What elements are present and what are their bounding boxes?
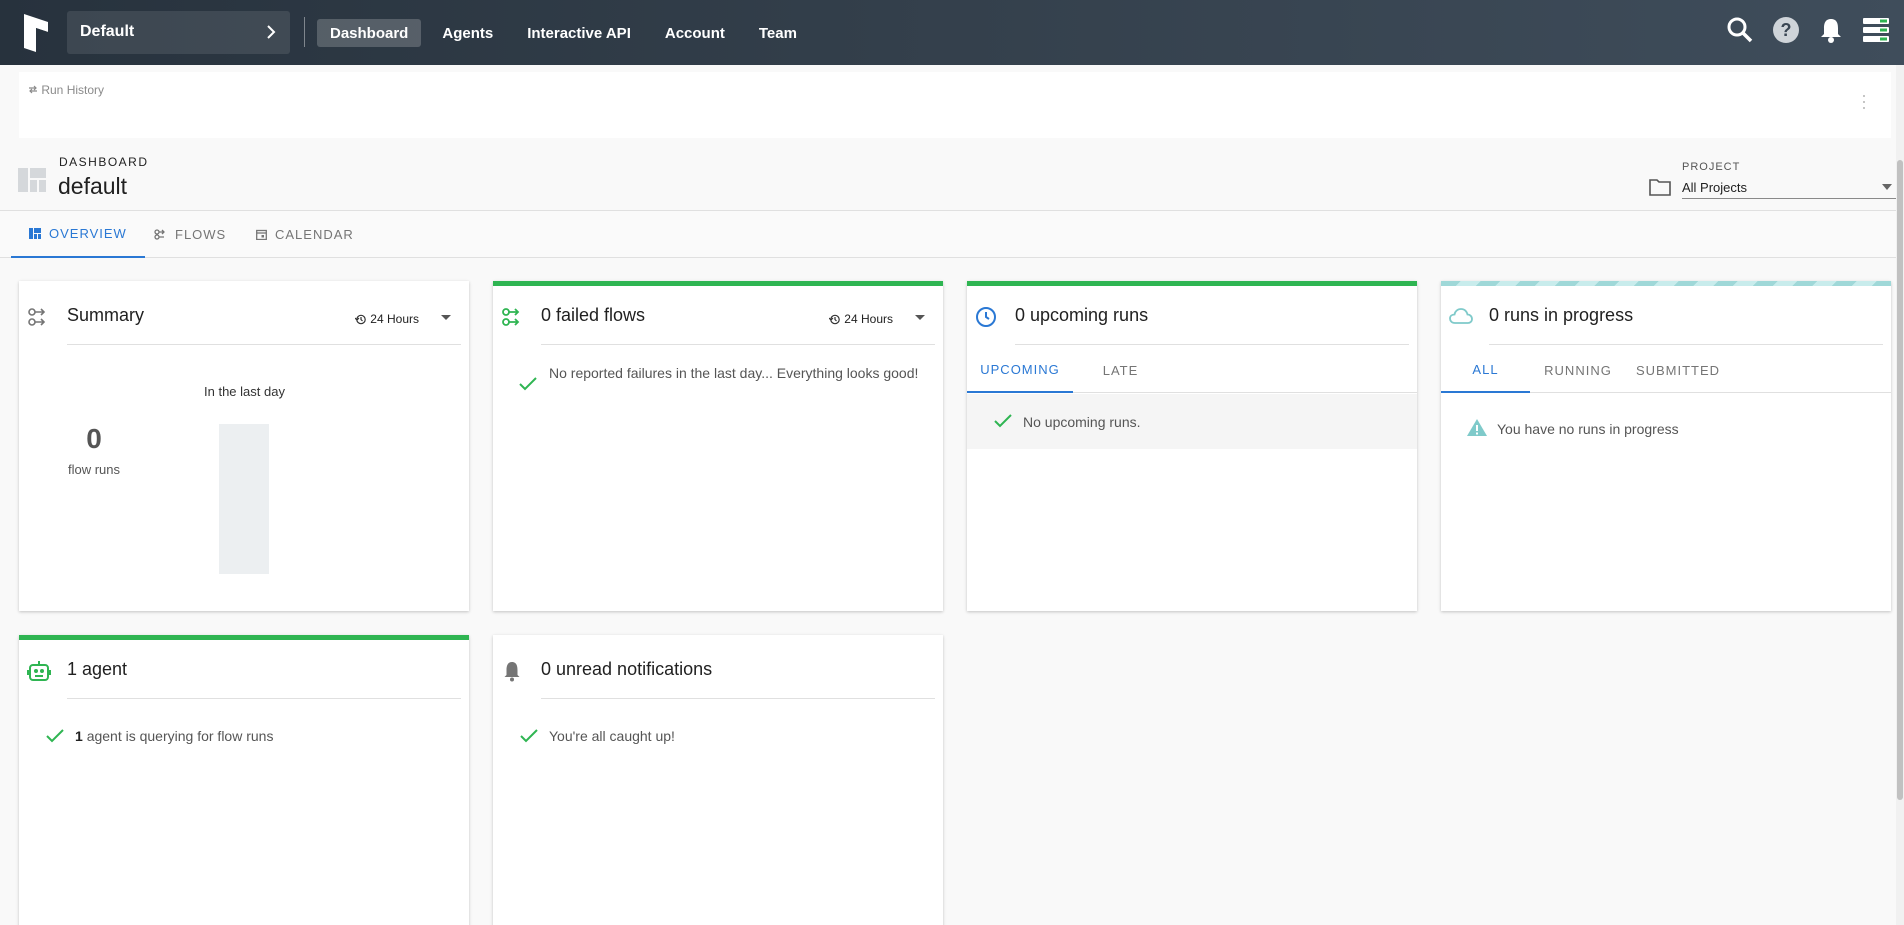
summary-title: Summary — [67, 305, 145, 325]
failed-flows-card: 0 failed flows 24 Hours No reported fail… — [493, 281, 943, 611]
flow-run-bar — [219, 424, 269, 574]
more-options-icon[interactable]: · · · — [1861, 86, 1867, 116]
summary-caption: In the last day — [204, 384, 285, 399]
card-divider — [1489, 344, 1883, 345]
dashboard-overline: DASHBOARD — [59, 155, 149, 169]
notifications-card: 0 unread notifications You're all caught… — [493, 635, 943, 925]
calendar-icon — [256, 229, 267, 240]
history-icon — [355, 314, 367, 324]
failed-flows-title: 0 failed flows — [541, 305, 646, 325]
dropdown-arrow-icon — [1882, 184, 1892, 190]
bell-icon — [504, 662, 520, 682]
agents-title: 1 agent — [67, 659, 128, 679]
status-bar — [493, 281, 943, 286]
cloud-icon — [1449, 308, 1473, 324]
flow-run-count-label: flow runs — [67, 462, 121, 477]
card-divider — [67, 344, 461, 345]
team-selector[interactable]: Default — [67, 11, 290, 54]
upcoming-empty-row: No upcoming runs. — [967, 394, 1417, 449]
in-progress-message: You have no runs in progress — [1497, 421, 1679, 437]
dashboard-tabs: OVERVIEW FLOWS CALENDAR — [0, 210, 1904, 258]
upcoming-title: 0 upcoming runs — [1015, 305, 1149, 325]
main-nav: Dashboard Agents Interactive API Account… — [317, 19, 818, 47]
nav-divider — [304, 17, 305, 47]
tab-running[interactable]: RUNNING — [1530, 347, 1626, 393]
dropdown-arrow-icon[interactable] — [441, 315, 451, 320]
flow-run-count: 0 — [86, 423, 102, 454]
tab-overview[interactable]: OVERVIEW — [11, 211, 145, 258]
upcoming-runs-card: 0 upcoming runs UPCOMING LATE No upcomin… — [967, 281, 1417, 611]
tab-late[interactable]: LATE — [1073, 347, 1168, 393]
clock-icon — [976, 307, 996, 327]
upcoming-message: No upcoming runs. — [1023, 414, 1141, 430]
notifications-title: 0 unread notifications — [541, 659, 713, 679]
warning-icon — [1467, 419, 1487, 436]
overview-icon — [29, 228, 41, 239]
summary-card: Summary 24 Hours In the last day 0 flow … — [19, 281, 469, 611]
robot-icon — [27, 661, 51, 681]
nav-agents[interactable]: Agents — [429, 19, 506, 47]
nav-interactive-api[interactable]: Interactive API — [514, 19, 644, 47]
card-divider — [541, 344, 935, 345]
status-bar — [1441, 281, 1891, 286]
history-icon — [829, 314, 841, 324]
history-icon — [29, 85, 37, 94]
dropdown-arrow-icon[interactable] — [915, 315, 925, 320]
flow-runs-icon — [28, 308, 46, 326]
dashboard-icon — [18, 168, 46, 192]
nav-account[interactable]: Account — [652, 19, 738, 47]
in-progress-title: 0 runs in progress — [1489, 305, 1634, 325]
svg-text:?: ? — [1781, 20, 1792, 40]
tab-submitted[interactable]: SUBMITTED — [1626, 347, 1730, 393]
agents-message-text: agent is querying for flow runs — [86, 728, 274, 744]
check-icon — [994, 414, 1012, 428]
bell-icon[interactable] — [1818, 16, 1844, 49]
run-history-label[interactable]: Run History — [28, 83, 104, 97]
card-divider — [1015, 344, 1409, 345]
dashboard-title: default — [58, 173, 128, 199]
tab-calendar[interactable]: CALENDAR — [238, 211, 372, 258]
nav-dashboard[interactable]: Dashboard — [317, 19, 422, 47]
failed-period-select[interactable]: 24 Hours — [829, 312, 893, 326]
tab-upcoming[interactable]: UPCOMING — [967, 347, 1073, 393]
project-value: All Projects — [1682, 180, 1748, 195]
check-icon — [519, 377, 537, 391]
status-bar — [967, 281, 1417, 286]
tab-flows[interactable]: FLOWS — [136, 211, 244, 258]
agents-message: 1 agent is querying for flow runs — [75, 727, 273, 745]
card-divider — [67, 698, 461, 699]
flows-icon — [502, 308, 520, 326]
tab-all[interactable]: ALL — [1441, 347, 1530, 393]
scrollbar-thumb[interactable] — [1897, 160, 1903, 800]
failed-message: No reported failures in the last day... … — [549, 365, 919, 381]
team-name: Default — [80, 23, 135, 40]
upcoming-subtabs: UPCOMING LATE — [967, 347, 1417, 393]
top-app-bar: Default Dashboard Agents Interactive API… — [0, 0, 1904, 65]
card-divider — [541, 698, 935, 699]
agents-count: 1 — [75, 728, 83, 744]
top-icons: ? — [1708, 16, 1890, 49]
flows-icon — [154, 229, 165, 240]
help-icon[interactable]: ? — [1772, 16, 1800, 49]
nav-team[interactable]: Team — [746, 19, 810, 47]
search-icon[interactable] — [1726, 16, 1754, 49]
runs-in-progress-card: 0 runs in progress ALL RUNNING SUBMITTED… — [1441, 281, 1891, 611]
project-select[interactable]: All Projects — [1682, 177, 1898, 199]
server-status-icon[interactable] — [1862, 17, 1890, 48]
agents-card: 1 agent 1 agent is querying for flow run… — [19, 635, 469, 925]
check-icon — [46, 729, 64, 743]
summary-period-select[interactable]: 24 Hours — [355, 312, 419, 326]
prefect-logo[interactable] — [22, 14, 50, 52]
folder-icon — [1649, 179, 1671, 196]
project-label: PROJECT — [1682, 161, 1741, 173]
chevron-right-icon — [267, 25, 276, 39]
notifications-message: You're all caught up! — [549, 728, 675, 744]
in-progress-subtabs: ALL RUNNING SUBMITTED — [1441, 347, 1891, 393]
check-icon — [520, 729, 538, 743]
run-history-panel: Run History · · · — [19, 72, 1891, 138]
status-bar — [19, 635, 469, 640]
